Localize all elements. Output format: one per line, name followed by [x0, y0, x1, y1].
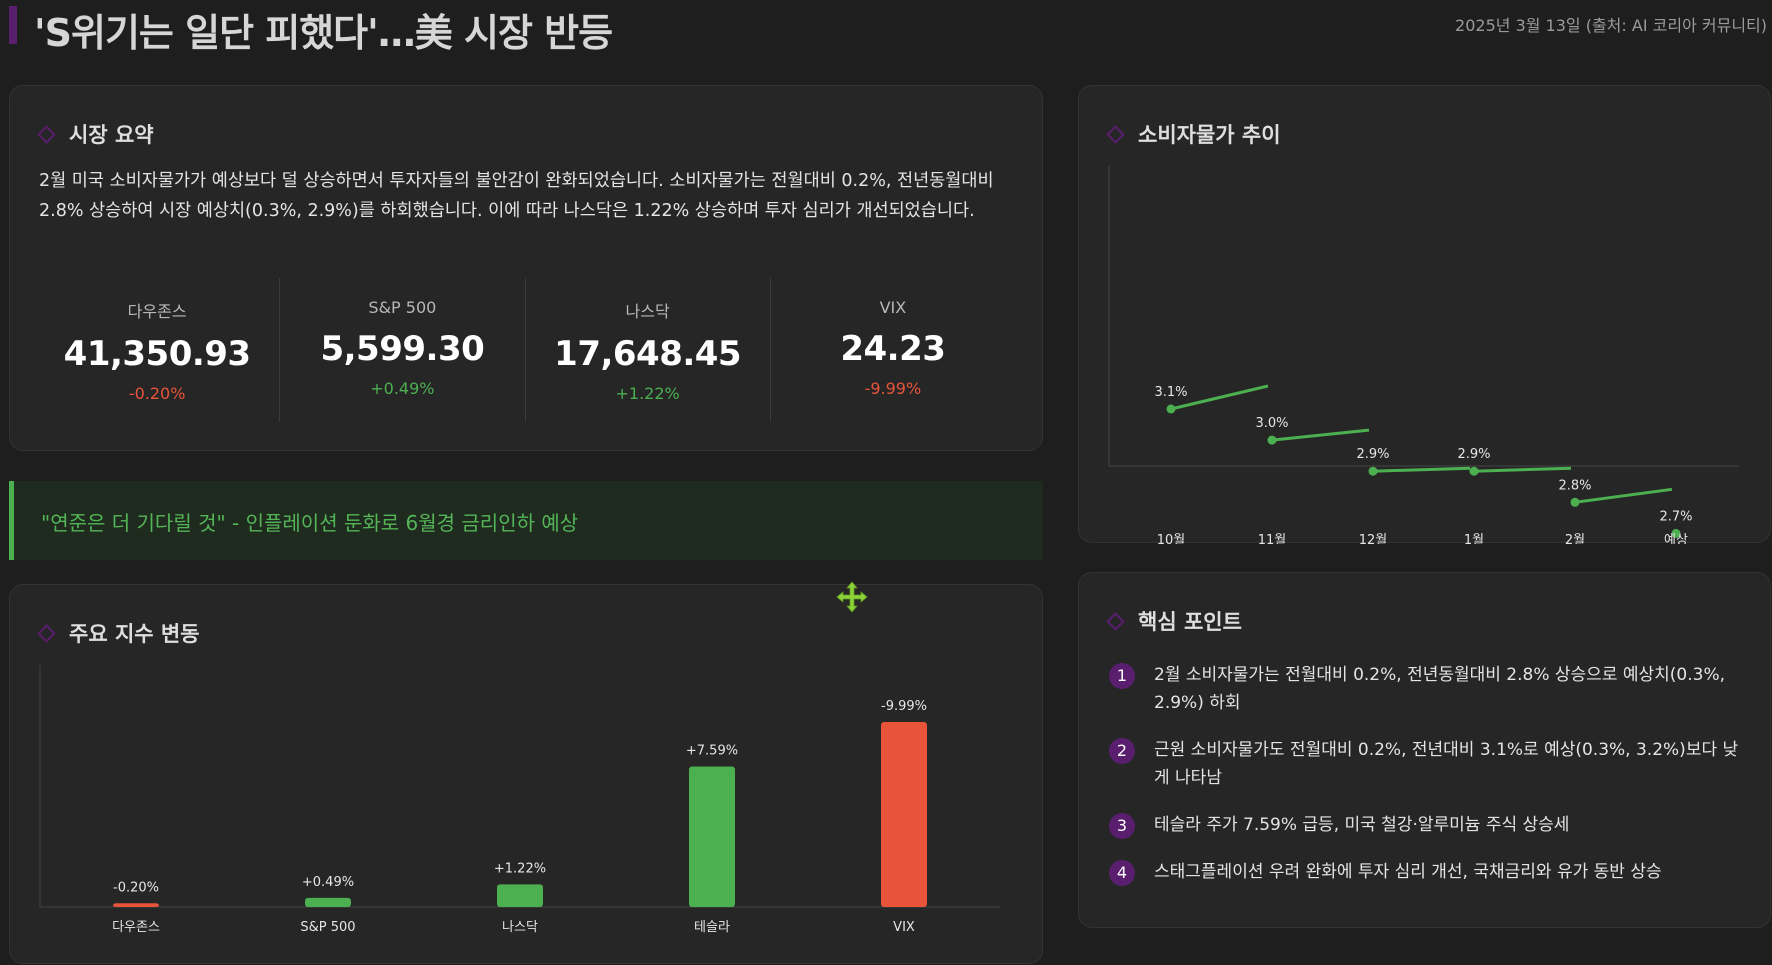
point-number-badge: 3 — [1109, 813, 1135, 839]
key-points-title-text: 핵심 포인트 — [1138, 610, 1242, 634]
x-tick-label: 1월 — [1464, 533, 1484, 544]
x-tick-label: VIX — [893, 920, 915, 935]
stat-label: S&P 500 — [368, 298, 437, 317]
x-tick-label: 2월 — [1565, 533, 1585, 544]
bar — [689, 766, 735, 907]
list-item: 4 스태그플레이션 우려 완화에 투자 심리 개선, 국채금리와 유가 동반 상… — [1109, 858, 1749, 886]
bar — [113, 903, 159, 907]
key-points-list: 1 2월 소비자물가는 전월대비 0.2%, 전년동월대비 2.8% 상승으로 … — [1109, 661, 1749, 905]
point-text: 2월 소비자물가는 전월대비 0.2%, 전년동월대비 2.8% 상승으로 예상… — [1154, 665, 1726, 713]
point-text: 테슬라 주가 7.59% 급등, 미국 철강·알루미늄 주식 상승세 — [1154, 815, 1570, 835]
stat-change: +0.49% — [370, 379, 435, 398]
point-value-label: 3.1% — [1154, 385, 1187, 400]
bar — [305, 897, 351, 907]
series-line — [1473, 466, 1572, 473]
market-summary-title-text: 시장 요약 — [69, 123, 154, 147]
stat-change: -9.99% — [864, 379, 922, 398]
point-value-label: 2.9% — [1457, 447, 1490, 462]
bar-value-label: +7.59% — [686, 743, 738, 758]
x-tick-label: 테슬라 — [694, 920, 730, 935]
page-header: 'S위기는 일단 피했다'…美 시장 반등 2025년 3월 13일 (출처: … — [0, 0, 1772, 60]
move-cursor-icon[interactable] — [836, 581, 868, 613]
bar-value-label: +1.22% — [494, 861, 546, 876]
x-tick-label: 나스닥 — [502, 920, 538, 935]
stat-label: 나스닥 — [625, 302, 670, 321]
cpi-trend-card: 소비자물가 추이 3.1% 10월 3.0% 11월 2.9% 12월 2.9% 1월 2.8%… — [1078, 85, 1771, 544]
index-change-bar-chart: -0.20% 다우존스 +0.49% S&P 500 +1.22% 나스닥 +7.59% 테슬… — [39, 665, 1000, 935]
market-summary-text: 2월 미국 소비자물가가 예상보다 덜 상승하면서 투자자들의 불안감이 완화되… — [39, 171, 994, 221]
point-number-badge: 4 — [1109, 860, 1135, 886]
x-tick-label: S&P 500 — [300, 920, 355, 935]
list-item: 3 테슬라 주가 7.59% 급등, 미국 철강·알루미늄 주식 상승세 — [1109, 811, 1749, 839]
data-point — [1267, 435, 1277, 445]
diamond-icon — [37, 124, 56, 144]
point-number-badge: 1 — [1109, 663, 1135, 689]
series-line — [1271, 428, 1370, 442]
stat-change: +1.22% — [615, 384, 680, 403]
data-point — [1368, 466, 1378, 476]
market-summary-title: 시장 요약 — [37, 119, 154, 149]
stat-nasdaq: 나스닥 17,648.45 +1.22% — [524, 278, 770, 422]
stat-sp500: S&P 500 5,599.30 +0.49% — [279, 278, 524, 422]
index-change-card: 주요 지수 변동 -0.20% 다우존스 +0.49% S&P 500 +1.22% 나스… — [9, 584, 1043, 964]
x-tick-label: 다우존스 — [112, 920, 160, 935]
point-value-label: 2.9% — [1356, 447, 1389, 462]
bar — [881, 722, 927, 907]
stat-label: VIX — [879, 298, 907, 317]
point-number-badge: 2 — [1109, 738, 1135, 764]
stat-value: 24.23 — [840, 329, 946, 369]
fed-quote-banner: "연준은 더 기다릴 것" - 인플레이션 둔화로 6월경 금리인하 예상 — [9, 481, 1043, 560]
bar-value-label: -0.20% — [113, 880, 159, 895]
x-tick-label: 11월 — [1258, 533, 1287, 544]
bar-value-label: +0.49% — [302, 875, 354, 890]
stat-change: -0.20% — [128, 384, 186, 403]
cpi-trend-line-chart: 3.1% 10월 3.0% 11월 2.9% 12월 2.9% 1월 2.8% 2월 2.7% 예상 — [1108, 166, 1739, 544]
point-text: 근원 소비자물가도 전월대비 0.2%, 전년대비 3.1%로 예상(0.3%,… — [1154, 740, 1739, 788]
series-line — [1372, 466, 1471, 473]
data-point — [1166, 404, 1176, 414]
data-point — [1570, 497, 1580, 507]
list-item: 1 2월 소비자물가는 전월대비 0.2%, 전년동월대비 2.8% 상승으로 … — [1109, 661, 1749, 717]
page-title: 'S위기는 일단 피했다'…美 시장 반등 — [34, 11, 613, 55]
x-tick-label: 10월 — [1157, 533, 1186, 544]
data-point — [1469, 466, 1479, 476]
title-accent-bar — [9, 6, 17, 44]
point-value-label: 2.8% — [1558, 478, 1591, 493]
point-text: 스태그플레이션 우려 완화에 투자 심리 개선, 국채금리와 유가 동반 상승 — [1154, 862, 1662, 882]
fed-quote-text: "연준은 더 기다릴 것" - 인플레이션 둔화로 6월경 금리인하 예상 — [41, 511, 579, 535]
point-value-label: 3.0% — [1255, 416, 1288, 431]
index-stats: 다우존스 41,350.93 -0.20% S&P 500 5,599.30 +… — [35, 278, 1015, 422]
stat-dow: 다우존스 41,350.93 -0.20% — [35, 278, 279, 422]
stat-label: 다우존스 — [127, 302, 187, 321]
diamond-icon — [1106, 611, 1125, 631]
list-item: 2 근원 소비자물가도 전월대비 0.2%, 전년대비 3.1%로 예상(0.3… — [1109, 736, 1749, 792]
point-value-label: 2.7% — [1659, 509, 1692, 524]
x-tick-label: 12월 — [1359, 533, 1388, 544]
publish-meta: 2025년 3월 13일 (출처: AI 코리아 커뮤니티) — [1455, 16, 1767, 35]
bar — [497, 884, 543, 907]
stat-value: 17,648.45 — [554, 334, 742, 374]
market-summary-card: 시장 요약 2월 미국 소비자물가가 예상보다 덜 상승하면서 투자자들의 불안… — [9, 85, 1043, 451]
stat-vix: VIX 24.23 -9.99% — [769, 278, 1015, 422]
key-points-title: 핵심 포인트 — [1106, 606, 1242, 636]
stat-value: 5,599.30 — [320, 329, 485, 369]
bar-value-label: -9.99% — [881, 699, 927, 714]
key-points-card: 핵심 포인트 1 2월 소비자물가는 전월대비 0.2%, 전년동월대비 2.8… — [1078, 572, 1771, 928]
stat-value: 41,350.93 — [63, 334, 251, 374]
x-tick-label: 예상 — [1664, 533, 1688, 544]
